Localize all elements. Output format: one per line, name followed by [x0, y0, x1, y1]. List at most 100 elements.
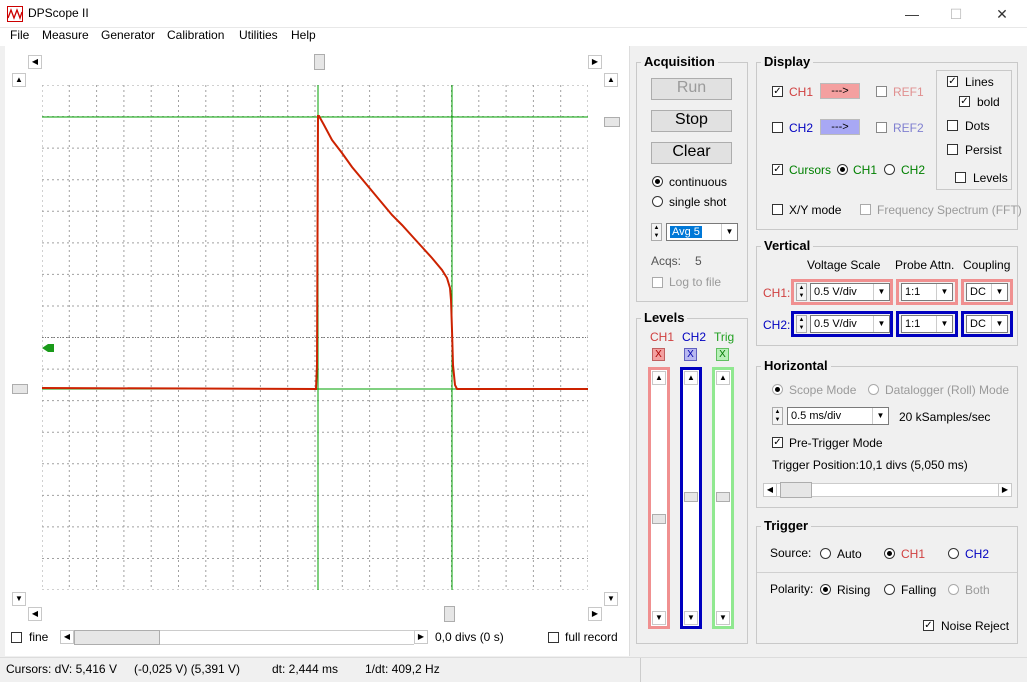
dots-checkbox[interactable]	[947, 120, 958, 131]
stop-button[interactable]: Stop	[651, 110, 732, 132]
bottom-scrollbar-track[interactable]	[42, 607, 588, 621]
bottom-scroll-handle[interactable]	[444, 606, 455, 622]
xy-mode-checkbox[interactable]	[772, 204, 783, 215]
ch2-scale-spinner[interactable]: ▲ ▼	[796, 315, 807, 333]
polarity-both-radio[interactable]	[948, 584, 959, 595]
menu-calibration[interactable]: Calibration	[167, 28, 224, 42]
source-auto-radio[interactable]	[820, 548, 831, 559]
bold-checkbox[interactable]: ✓	[959, 96, 970, 107]
scope-mode-radio[interactable]	[772, 384, 783, 395]
ch1-vertical-label: CH1:	[763, 286, 791, 300]
ch1-display-checkbox[interactable]: ✓	[772, 86, 783, 97]
ref2-checkbox[interactable]	[876, 122, 887, 133]
pretrigger-checkbox[interactable]: ✓	[772, 437, 783, 448]
pos-right-button[interactable]: ▶	[414, 630, 428, 644]
chevron-down-icon: ▼	[721, 224, 737, 240]
run-button[interactable]: Run	[651, 78, 732, 100]
ch2-scale-select[interactable]: 0.5 V/div ▼	[810, 315, 890, 333]
timebase-spinner[interactable]: ▲ ▼	[772, 407, 783, 425]
fft-checkbox[interactable]	[860, 204, 871, 215]
scroll-up-button[interactable]: ▲	[12, 73, 26, 87]
ch1-color-button[interactable]: --->	[820, 83, 860, 99]
trig-up-button[interactable]: ▲	[716, 371, 730, 385]
trigger-pos-left-button[interactable]: ◀	[763, 483, 777, 497]
trig-down-button[interactable]: ▼	[716, 611, 730, 625]
pos-left-button[interactable]: ◀	[60, 630, 74, 644]
ch1-probe-select[interactable]: 1:1 ▼	[901, 283, 953, 301]
full-record-checkbox[interactable]	[548, 632, 559, 643]
ch1-scale-select[interactable]: 0.5 V/div ▼	[810, 283, 890, 301]
cursors-label: Cursors	[789, 163, 832, 177]
menu-bar: File Measure Generator Calibration Utili…	[0, 28, 1027, 46]
noise-reject-checkbox[interactable]: ✓	[923, 620, 934, 631]
fine-checkbox[interactable]	[11, 632, 22, 643]
avg-spinner[interactable]: ▲ ▼	[651, 223, 662, 241]
log-to-file-checkbox[interactable]	[652, 277, 663, 288]
trigger-position-handle[interactable]	[314, 54, 325, 70]
ch2-level-reset-button[interactable]: X	[684, 348, 697, 361]
ch2-level-slider[interactable]: ▲ ▼	[680, 367, 702, 629]
ch2-up-button[interactable]: ▲	[684, 371, 698, 385]
menu-utilities[interactable]: Utilities	[239, 28, 278, 42]
title-bar: DPScope II — ☐ ✕	[0, 0, 1027, 28]
ch1-coupling-select[interactable]: DC ▼	[966, 283, 1008, 301]
bottom-scroll-right-button[interactable]: ▶	[588, 607, 602, 621]
avg-select[interactable]: Avg 5 ▼	[666, 223, 738, 241]
close-button[interactable]: ✕	[980, 2, 1024, 26]
ch1-level-slider[interactable]: ▲ ▼	[648, 367, 670, 629]
cursors-checkbox[interactable]: ✓	[772, 164, 783, 175]
datalogger-mode-radio[interactable]	[868, 384, 879, 395]
persist-checkbox[interactable]	[947, 144, 958, 155]
ch2-down-button[interactable]: ▼	[684, 611, 698, 625]
right-scroll-down-button[interactable]: ▼	[604, 592, 618, 606]
scroll-right-button[interactable]: ▶	[588, 55, 602, 69]
ref-level-marker[interactable]	[604, 117, 620, 127]
ch2-display-checkbox[interactable]	[772, 122, 783, 133]
position-scroll-thumb[interactable]	[74, 630, 160, 645]
trigger-position-thumb[interactable]	[780, 482, 812, 498]
sample-rate-label: 20 kSamples/sec	[899, 410, 991, 424]
polarity-falling-radio[interactable]	[884, 584, 895, 595]
bottom-scroll-left-button[interactable]: ◀	[28, 607, 42, 621]
levels-checkbox[interactable]	[955, 172, 966, 183]
menu-help[interactable]: Help	[291, 28, 316, 42]
menu-file[interactable]: File	[10, 28, 29, 42]
ch1-level-marker[interactable]	[12, 384, 28, 394]
source-ch2-label: CH2	[965, 547, 990, 561]
continuous-radio[interactable]	[652, 176, 663, 187]
lines-checkbox[interactable]: ✓	[947, 76, 958, 87]
coupling-header: Coupling	[963, 258, 1011, 272]
trigger-pos-right-button[interactable]: ▶	[998, 483, 1012, 497]
ch2-probe-select[interactable]: 1:1 ▼	[901, 315, 953, 333]
ch1-level-thumb[interactable]	[652, 514, 666, 524]
trig-level-thumb[interactable]	[716, 492, 730, 502]
source-ch2-radio[interactable]	[948, 548, 959, 559]
ch1-scale-spinner[interactable]: ▲ ▼	[796, 283, 807, 301]
clear-button[interactable]: Clear	[651, 142, 732, 164]
cursor-ch2-radio[interactable]	[884, 164, 895, 175]
ref1-checkbox[interactable]	[876, 86, 887, 97]
scroll-down-button[interactable]: ▼	[12, 592, 26, 606]
single-shot-radio[interactable]	[652, 196, 663, 207]
ch2-coupling-select[interactable]: DC ▼	[966, 315, 1008, 333]
polarity-rising-radio[interactable]	[820, 584, 831, 595]
ch1-level-reset-button[interactable]: X	[652, 348, 665, 361]
ch2-level-thumb[interactable]	[684, 492, 698, 502]
ch1-down-button[interactable]: ▼	[652, 611, 666, 625]
menu-measure[interactable]: Measure	[42, 28, 89, 42]
scroll-left-button[interactable]: ◀	[28, 55, 42, 69]
source-label: Source:	[770, 546, 812, 560]
trig-level-slider[interactable]: ▲ ▼	[712, 367, 734, 629]
ch2-color-button[interactable]: --->	[820, 119, 860, 135]
maximize-button[interactable]: ☐	[934, 2, 978, 26]
ref2-label: REF2	[893, 121, 924, 135]
source-ch1-radio[interactable]	[884, 548, 895, 559]
trig-level-reset-button[interactable]: X	[716, 348, 729, 361]
cursor-ch1-radio[interactable]	[837, 164, 848, 175]
minimize-button[interactable]: —	[890, 2, 934, 26]
ch1-up-button[interactable]: ▲	[652, 371, 666, 385]
menu-generator[interactable]: Generator	[101, 28, 155, 42]
timebase-select[interactable]: 0.5 ms/div ▼	[787, 407, 889, 425]
ch2-coupling-box: DC ▼	[961, 311, 1013, 337]
right-scroll-up-button[interactable]: ▲	[604, 73, 618, 87]
